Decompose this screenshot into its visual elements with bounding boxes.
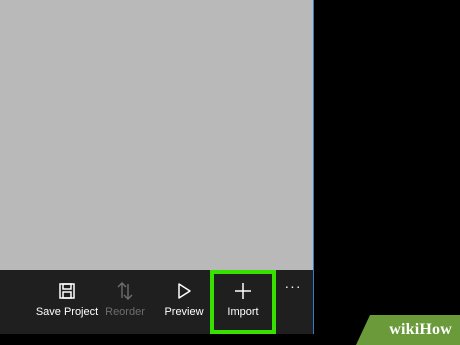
save-project-label: Save Project [35,306,99,318]
preview-button[interactable]: Preview [163,270,205,334]
wikihow-watermark: wikiHow [356,315,460,345]
screen: Save Project Reorder Preview Import ··· … [0,0,460,345]
reorder-icon [117,282,133,300]
preview-canvas [0,0,313,270]
reorder-button[interactable]: Reorder [104,270,146,334]
app-window: Save Project Reorder Preview Import ··· [0,0,314,334]
import-label: Import [227,306,259,318]
bottom-toolbar: Save Project Reorder Preview Import ··· [0,270,313,334]
reorder-label: Reorder [105,306,145,318]
import-button[interactable]: Import [210,270,276,334]
more-icon: ··· [284,278,302,294]
more-options-button[interactable]: ··· [282,270,304,334]
play-icon [178,283,191,299]
save-project-button[interactable]: Save Project [36,270,98,334]
watermark-text: wikiHow [389,321,452,338]
save-icon [59,283,75,299]
plus-icon [235,283,251,299]
preview-label: Preview [164,306,204,318]
